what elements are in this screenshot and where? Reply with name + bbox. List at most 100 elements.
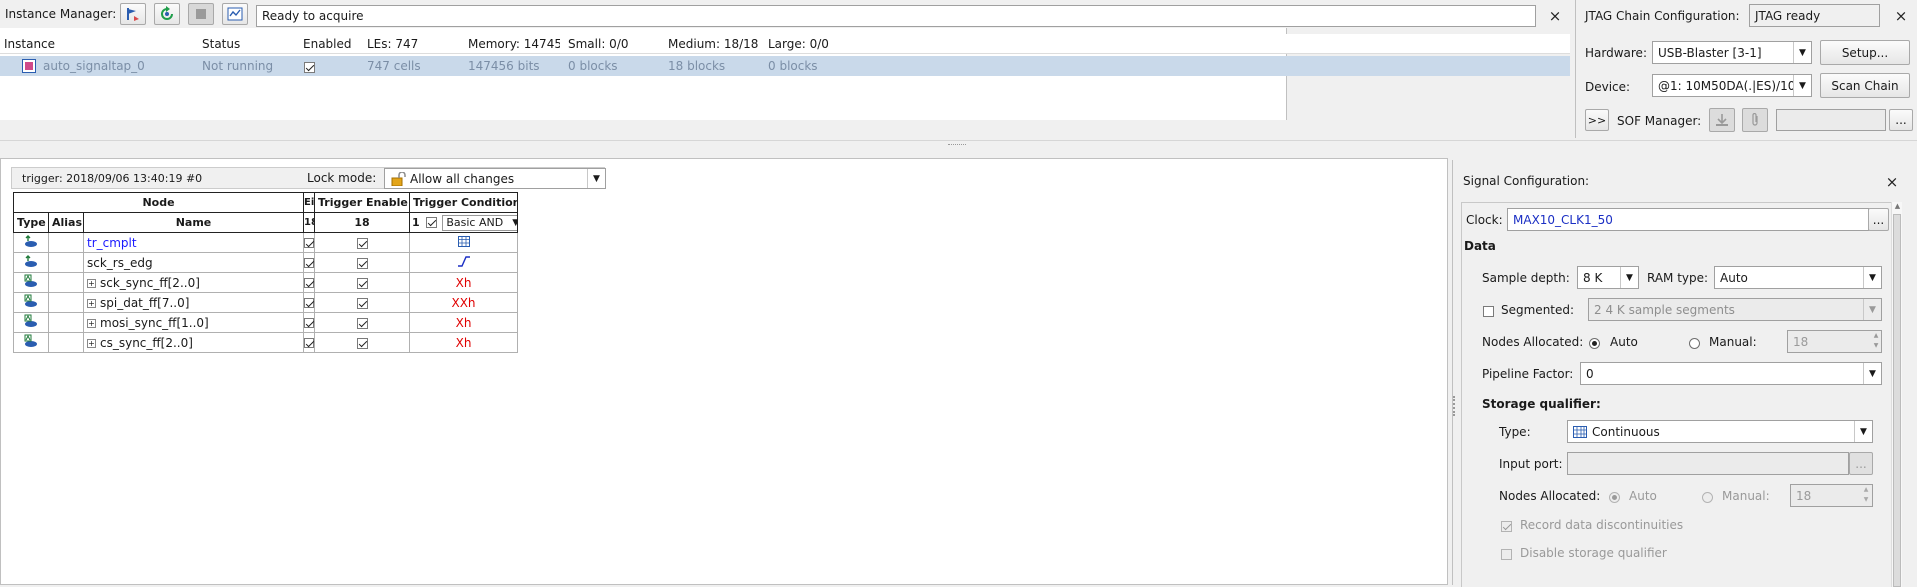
- node-alias[interactable]: [48, 312, 84, 333]
- run-analysis-button[interactable]: [154, 3, 180, 25]
- stop-analysis-button[interactable]: [188, 3, 214, 25]
- instance-medium: 18 blocks: [668, 59, 726, 73]
- condition-enable-checkbox[interactable]: [425, 217, 437, 228]
- node-row[interactable]: + mosi_sync_ff[1..0] Xh: [13, 312, 519, 333]
- spinbox-arrows-icon[interactable]: ▲ ▼: [1871, 331, 1881, 352]
- col-instance[interactable]: Instance: [4, 37, 55, 51]
- node-name-cell[interactable]: + sck_sync_ff[2..0]: [82, 272, 305, 293]
- node-row[interactable]: tr_cmplt: [13, 232, 519, 253]
- sof-expand-button[interactable]: >>: [1585, 109, 1609, 131]
- signal-config-scrollbar[interactable]: ▲: [1891, 202, 1902, 587]
- trigger-condition-cell[interactable]: [409, 252, 519, 273]
- condition-mode-select[interactable]: Basic AND▼: [442, 214, 517, 231]
- node-row[interactable]: sck_rs_edg: [13, 252, 519, 273]
- expand-icon[interactable]: +: [87, 278, 96, 288]
- node-alias[interactable]: [48, 272, 84, 293]
- trigger-enable-checkbox[interactable]: [356, 277, 368, 289]
- lock-mode-select[interactable]: Allow all changes ▼: [384, 168, 606, 189]
- autorun-button[interactable]: [120, 3, 146, 25]
- spinbox-arrows-icon[interactable]: ▲ ▼: [1861, 485, 1871, 506]
- input-port-field[interactable]: [1567, 452, 1849, 475]
- col-les[interactable]: LEs: 747: [367, 37, 418, 51]
- sq-auto-radio[interactable]: [1609, 490, 1620, 504]
- pipeline-factor-select[interactable]: 0 ▼: [1580, 362, 1882, 385]
- ram-type-select[interactable]: Auto ▼: [1714, 266, 1882, 289]
- node-name-cell[interactable]: tr_cmplt: [82, 232, 305, 253]
- node-name-cell[interactable]: + spi_dat_ff[7..0]: [82, 292, 305, 313]
- node-alias[interactable]: [48, 232, 84, 253]
- attach-sof-button[interactable]: [1742, 108, 1768, 132]
- trigger-enable-checkbox[interactable]: [356, 297, 368, 309]
- signal-config-close-icon[interactable]: ×: [1884, 174, 1900, 190]
- data-enable-checkbox[interactable]: [304, 278, 314, 288]
- data-enable-checkbox[interactable]: [304, 298, 314, 308]
- sof-browse-button[interactable]: ...: [1889, 109, 1913, 131]
- node-name-cell[interactable]: + mosi_sync_ff[1..0]: [82, 312, 305, 333]
- data-enable-checkbox[interactable]: [304, 338, 314, 348]
- col-small[interactable]: Small: 0/0: [568, 37, 629, 51]
- expand-icon[interactable]: +: [87, 298, 96, 308]
- col-enabled[interactable]: Enabled: [303, 37, 352, 51]
- type-column-header[interactable]: Type: [13, 212, 49, 233]
- node-name-cell[interactable]: + cs_sync_ff[2..0]: [82, 332, 305, 353]
- scroll-up-icon[interactable]: ▲: [1893, 202, 1902, 212]
- trigger-condition-value[interactable]: Xh: [456, 336, 472, 350]
- alias-column-header[interactable]: Alias: [48, 212, 84, 233]
- trigger-enable-checkbox[interactable]: [356, 237, 368, 249]
- scroll-thumb[interactable]: [1893, 214, 1901, 587]
- sq-type-select[interactable]: Continuous ▼: [1567, 420, 1873, 443]
- hardware-select[interactable]: USB-Blaster [3-1] ▼: [1652, 41, 1812, 64]
- node-row[interactable]: + spi_dat_ff[7..0] XXh: [13, 292, 519, 313]
- input-port-browse-button[interactable]: ...: [1849, 452, 1873, 475]
- node-row[interactable]: + cs_sync_ff[2..0] Xh: [13, 332, 519, 353]
- trigger-condition-cell[interactable]: [409, 232, 519, 253]
- name-column-header[interactable]: Name: [82, 212, 305, 233]
- horizontal-splitter[interactable]: [0, 140, 1917, 152]
- disable-storage-qualifier-checkbox[interactable]: [1501, 547, 1512, 561]
- trigger-condition-value[interactable]: Xh: [456, 316, 472, 330]
- trigger-condition-value[interactable]: XXh: [451, 296, 475, 310]
- col-large[interactable]: Large: 0/0: [768, 37, 829, 51]
- nodes-auto-radio[interactable]: [1589, 336, 1600, 350]
- expand-icon[interactable]: +: [87, 338, 96, 348]
- trigger-condition-cell[interactable]: Xh: [409, 272, 519, 293]
- segmented-select[interactable]: 2 4 K sample segments ▼: [1588, 298, 1882, 321]
- sq-manual-radio[interactable]: [1702, 490, 1713, 504]
- clock-browse-button[interactable]: ...: [1868, 208, 1889, 231]
- read-data-button[interactable]: [222, 3, 248, 25]
- node-alias[interactable]: [48, 292, 84, 313]
- nodes-manual-spinbox[interactable]: 18: [1787, 330, 1882, 353]
- trigger-enable-checkbox[interactable]: [356, 337, 368, 349]
- col-status[interactable]: Status: [202, 37, 240, 51]
- trigger-enable-checkbox[interactable]: [356, 317, 368, 329]
- data-enable-checkbox[interactable]: [304, 238, 314, 248]
- data-enable-checkbox[interactable]: [304, 258, 314, 268]
- trigger-condition-value[interactable]: Xh: [456, 276, 472, 290]
- col-memory[interactable]: Memory: 14745: [468, 37, 560, 51]
- clock-field[interactable]: MAX10_CLK1_50: [1507, 208, 1869, 231]
- device-select[interactable]: @1: 10M50DA(.|ES)/10M ▼: [1652, 74, 1812, 97]
- record-discontinuities-checkbox[interactable]: [1501, 519, 1512, 533]
- instance-enabled-checkbox[interactable]: [304, 60, 315, 74]
- sample-depth-select[interactable]: 8 K ▼: [1577, 266, 1639, 289]
- sof-file-field[interactable]: [1776, 109, 1886, 131]
- node-alias[interactable]: [48, 332, 84, 353]
- trigger-enable-checkbox[interactable]: [356, 257, 368, 269]
- jtag-close-icon[interactable]: ×: [1893, 8, 1909, 24]
- nodes-manual-radio[interactable]: [1689, 336, 1700, 350]
- scan-chain-button[interactable]: Scan Chain: [1820, 73, 1910, 98]
- program-device-button[interactable]: [1709, 108, 1735, 132]
- panel-grip[interactable]: [1453, 396, 1456, 416]
- segmented-checkbox[interactable]: [1483, 304, 1494, 318]
- node-alias[interactable]: [48, 252, 84, 273]
- setup-button[interactable]: Setup...: [1820, 40, 1910, 65]
- col-medium[interactable]: Medium: 18/18: [668, 37, 760, 51]
- trigger-condition-cell[interactable]: Xh: [409, 312, 519, 333]
- trigger-condition-cell[interactable]: Xh: [409, 332, 519, 353]
- expand-icon[interactable]: +: [87, 318, 96, 328]
- data-enable-checkbox[interactable]: [304, 318, 314, 328]
- trigger-condition-cell[interactable]: XXh: [409, 292, 519, 313]
- node-name-cell[interactable]: sck_rs_edg: [82, 252, 305, 273]
- instance-manager-close-icon[interactable]: ×: [1547, 8, 1563, 24]
- node-row[interactable]: + sck_sync_ff[2..0] Xh: [13, 272, 519, 293]
